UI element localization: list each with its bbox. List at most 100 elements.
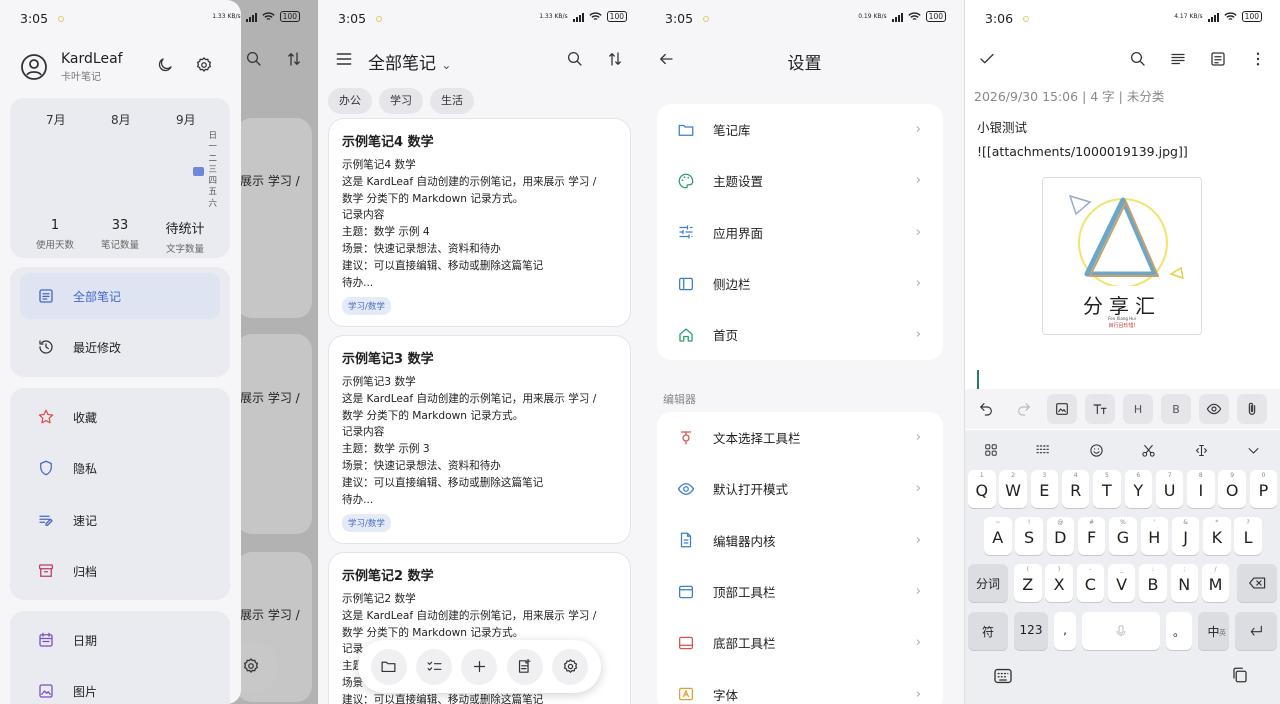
period-key[interactable]: 。: [1166, 612, 1192, 650]
settings-row-library[interactable]: 笔记库 ›: [657, 104, 943, 155]
editor-line[interactable]: ![[attachments/1000019139.jpg]]: [977, 144, 1188, 159]
chip-office[interactable]: 办公: [328, 88, 372, 114]
attach-button[interactable]: [1237, 394, 1267, 424]
keyboard-layout-icon[interactable]: [1035, 443, 1051, 457]
nav-item-privacy[interactable]: 隐私: [20, 445, 220, 491]
space-key[interactable]: [1082, 612, 1160, 650]
number-key[interactable]: 123: [1014, 612, 1048, 650]
battery-icon: 100: [1241, 11, 1262, 22]
key-b[interactable]: :B: [1139, 564, 1167, 602]
insert-image-button[interactable]: [1047, 394, 1077, 424]
settings-row-theme[interactable]: 主题设置 ›: [657, 155, 943, 206]
key-y[interactable]: 6Y: [1124, 470, 1152, 508]
key-r[interactable]: 4R: [1061, 470, 1090, 508]
key-f[interactable]: # F: [1077, 517, 1106, 555]
nav-item-date[interactable]: 日期: [20, 617, 220, 663]
search-icon[interactable]: [1129, 50, 1147, 68]
search-icon[interactable]: [566, 50, 584, 68]
key-i[interactable]: 8I: [1187, 470, 1215, 508]
clipboard-icon[interactable]: [1231, 666, 1249, 684]
menu-icon[interactable]: [334, 49, 354, 69]
chip-life[interactable]: 生活: [430, 88, 474, 114]
nav-item-archive[interactable]: 归档: [20, 548, 220, 594]
chevron-down-icon[interactable]: [1246, 443, 1261, 458]
nav-item-images[interactable]: 图片: [20, 668, 220, 704]
chip-study[interactable]: 学习: [379, 88, 423, 114]
redo-button[interactable]: [1009, 394, 1039, 424]
note-info-icon[interactable]: [1209, 50, 1227, 68]
key-p[interactable]: 0P: [1249, 470, 1278, 508]
key-v[interactable]: _ V: [1107, 564, 1136, 602]
settings-row-interface[interactable]: 应用界面 ›: [657, 207, 943, 258]
key-c[interactable]: -C: [1076, 564, 1105, 602]
text-format-button[interactable]: [1085, 394, 1115, 424]
nav-item-quick-note[interactable]: 速记: [20, 497, 220, 543]
cursor-move-icon[interactable]: [1194, 443, 1209, 458]
key-j[interactable]: & J: [1171, 517, 1200, 555]
preview-button[interactable]: [1199, 394, 1229, 424]
enter-key[interactable]: [1235, 612, 1277, 650]
key-x[interactable]: ) X: [1045, 564, 1073, 602]
editor-line[interactable]: 小银测试: [977, 117, 1027, 136]
undo-button[interactable]: [971, 394, 1001, 424]
settings-row-editor-core[interactable]: 编辑器内核 ›: [657, 515, 943, 566]
bold-button[interactable]: B: [1161, 394, 1191, 424]
attachment-image[interactable]: 分享汇 Fen Xiang Hui 目行且珍惜!: [1042, 177, 1202, 335]
apps-grid-icon[interactable]: [984, 443, 998, 457]
outline-icon[interactable]: [1169, 50, 1187, 68]
key-n[interactable]: ; N: [1170, 564, 1198, 602]
note-tag[interactable]: 学习/数学: [342, 514, 391, 533]
clipboard-cut-icon[interactable]: [1141, 443, 1156, 458]
gear-icon[interactable]: [195, 56, 213, 74]
key-u[interactable]: 7U: [1155, 470, 1184, 508]
checklist-button[interactable]: [416, 648, 453, 685]
settings-row-bottom-toolbar[interactable]: 底部工具栏 ›: [657, 617, 943, 668]
key-d[interactable]: @ D: [1046, 517, 1075, 555]
key-w[interactable]: 2W: [999, 470, 1027, 508]
note-tag[interactable]: 学习/数学: [342, 297, 391, 316]
heading-button[interactable]: H: [1123, 394, 1153, 424]
sort-icon[interactable]: [606, 50, 624, 68]
nav-item-favorites[interactable]: 收藏: [20, 394, 220, 440]
chevron-right-icon: ›: [915, 532, 921, 548]
page-title[interactable]: 全部笔记 ⌄: [368, 49, 451, 74]
note-title: 示例笔记3 数学: [342, 352, 434, 367]
settings-row-open-mode[interactable]: 默认打开模式 ›: [657, 463, 943, 514]
segment-key[interactable]: 分词: [968, 564, 1008, 602]
key-o[interactable]: 9O: [1218, 470, 1246, 508]
settings-row-text-select-toolbar[interactable]: 文本选择工具栏 ›: [657, 412, 943, 463]
keyboard-icon[interactable]: [993, 668, 1013, 684]
note-card[interactable]: 示例笔记4 数学 示例笔记4 数学 这是 KardLeaf 自动创建的示例笔记，…: [328, 118, 631, 327]
settings-row-font[interactable]: 字体 ›: [657, 668, 943, 704]
check-icon[interactable]: [978, 50, 996, 68]
key-h[interactable]: ' H: [1140, 517, 1168, 555]
key-s[interactable]: ! S: [1015, 517, 1043, 555]
nav-item-recent[interactable]: 最近修改: [20, 324, 220, 370]
key-m[interactable]: / M: [1201, 564, 1230, 602]
more-vertical-icon[interactable]: [1249, 50, 1267, 68]
key-l[interactable]: ? L: [1234, 517, 1262, 555]
settings-row-sidebar[interactable]: 侧边栏 ›: [657, 258, 943, 309]
emoji-icon[interactable]: [1089, 443, 1104, 458]
note-card[interactable]: 示例笔记3 数学 示例笔记3 数学 这是 KardLeaf 自动创建的示例笔记，…: [328, 335, 631, 544]
key-g[interactable]: % G: [1109, 517, 1137, 555]
key-t[interactable]: 5T: [1093, 470, 1121, 508]
key-k[interactable]: * K: [1203, 517, 1231, 555]
key-e[interactable]: 3E: [1030, 470, 1059, 508]
backspace-key[interactable]: [1237, 564, 1277, 602]
key-z[interactable]: (Z: [1014, 564, 1042, 602]
settings-button[interactable]: [552, 648, 589, 685]
settings-row-top-toolbar[interactable]: 顶部工具栏 ›: [657, 566, 943, 617]
moon-icon[interactable]: [156, 56, 174, 74]
add-note-button[interactable]: [461, 648, 498, 685]
nav-item-all-notes[interactable]: 全部笔记: [20, 273, 220, 319]
avatar-icon[interactable]: [20, 53, 48, 81]
comma-key[interactable]: ,: [1054, 612, 1076, 650]
symbol-key[interactable]: 符: [968, 612, 1008, 650]
key-a[interactable]: ~ A: [984, 517, 1012, 555]
folder-button[interactable]: [370, 648, 407, 685]
new-doc-button[interactable]: [506, 648, 543, 685]
key-q[interactable]: 1Q: [968, 470, 996, 508]
settings-row-home[interactable]: 首页 ›: [657, 309, 943, 360]
language-key[interactable]: 中英: [1198, 612, 1229, 650]
